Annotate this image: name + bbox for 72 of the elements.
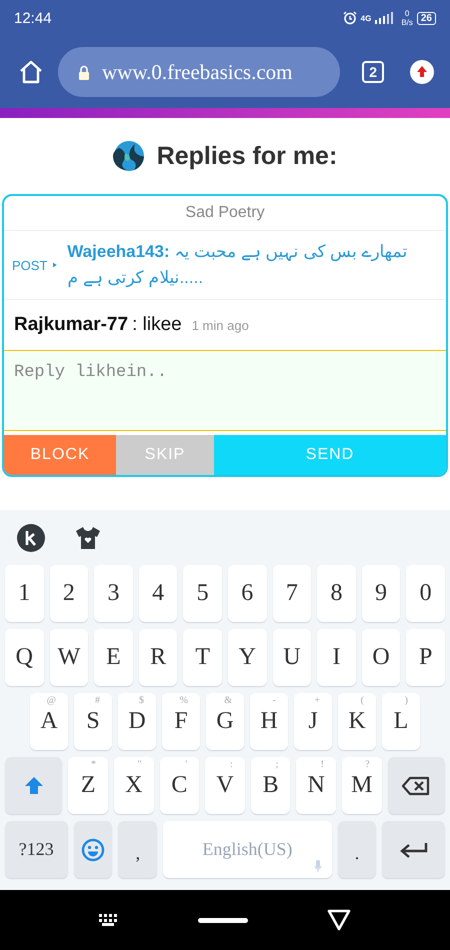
- keyboard-key[interactable]: 3: [94, 565, 133, 622]
- backspace-key[interactable]: [388, 757, 445, 814]
- punctuation-key[interactable]: .: [338, 821, 376, 878]
- backspace-icon: [402, 776, 430, 796]
- keyboard-key[interactable]: $ D: [118, 693, 156, 750]
- keyboard-key[interactable]: & G: [206, 693, 244, 750]
- keyboard-key[interactable]: 2: [50, 565, 88, 622]
- home-icon[interactable]: [18, 59, 44, 85]
- keyboard-key[interactable]: % F: [162, 693, 200, 750]
- keyboard-key[interactable]: ; B: [250, 757, 290, 814]
- enter-key[interactable]: [382, 821, 445, 878]
- enter-icon: [400, 842, 428, 858]
- keyboard-key[interactable]: ? M: [342, 757, 382, 814]
- shirt-icon[interactable]: [75, 526, 101, 550]
- keyboard-key[interactable]: W: [50, 629, 88, 686]
- keyboard-key[interactable]: ! N: [296, 757, 336, 814]
- arrow-icon: [53, 262, 58, 268]
- home-handle[interactable]: [198, 918, 248, 922]
- reply-author: Rajkumar-77: [14, 314, 128, 336]
- punctuation-key[interactable]: ,: [118, 821, 158, 878]
- keyboard-key[interactable]: + J: [294, 693, 332, 750]
- emoji-icon: [81, 838, 105, 862]
- reply-text: : likee: [132, 314, 182, 336]
- keyboard-key[interactable]: 9: [362, 565, 400, 622]
- emoji-key[interactable]: [74, 821, 112, 878]
- keyboard-key[interactable]: 7: [272, 565, 312, 622]
- keyboard-key[interactable]: Y: [228, 629, 267, 686]
- keyboard-key[interactable]: R: [138, 629, 178, 686]
- mic-icon: [314, 860, 322, 872]
- keyboard-key[interactable]: ' C: [160, 757, 200, 814]
- globe-icon: [112, 140, 145, 172]
- keyboard-key[interactable]: U: [272, 629, 312, 686]
- keyboard-key[interactable]: 8: [317, 565, 356, 622]
- symbols-key[interactable]: ?123: [5, 821, 68, 878]
- address-bar[interactable]: www.0.freebasics.com: [58, 47, 340, 97]
- upload-icon[interactable]: [410, 60, 434, 84]
- back-icon[interactable]: [326, 909, 351, 931]
- reply-input[interactable]: Reply likhein..: [4, 351, 446, 431]
- k-logo-icon[interactable]: [17, 524, 45, 552]
- tab-count[interactable]: 2: [362, 61, 384, 83]
- keyboard-key[interactable]: @ A: [30, 693, 68, 750]
- keyboard-key[interactable]: Q: [5, 629, 44, 686]
- keyboard-key[interactable]: ( K: [338, 693, 376, 750]
- keyboard-key[interactable]: * Z: [68, 757, 108, 814]
- keyboard-key[interactable]: - H: [250, 693, 288, 750]
- network-type: 4G: [360, 14, 372, 22]
- page-title: Replies for me:: [156, 142, 338, 170]
- keyboard-key[interactable]: : V: [205, 757, 245, 814]
- battery-level: 26: [416, 12, 436, 24]
- keyboard-key[interactable]: ) L: [382, 693, 420, 750]
- alarm-icon: [342, 11, 357, 25]
- keyboard-key[interactable]: 4: [138, 565, 178, 622]
- keyboard-key[interactable]: E: [94, 629, 133, 686]
- keyboard-key[interactable]: I: [317, 629, 356, 686]
- keyboard-key[interactable]: 1: [5, 565, 44, 622]
- clock-time: 12:44: [14, 10, 52, 26]
- keyboard-key[interactable]: 0: [406, 565, 445, 622]
- keyboard-key[interactable]: 5: [183, 565, 222, 622]
- keyboard-key[interactable]: 6: [228, 565, 267, 622]
- speed-unit: B/s: [401, 18, 413, 27]
- keyboard-icon[interactable]: [99, 914, 120, 926]
- keyboard-key[interactable]: P: [406, 629, 445, 686]
- keyboard-key[interactable]: # S: [74, 693, 112, 750]
- speed-value: 0: [404, 9, 410, 18]
- reply-time: 1 min ago: [192, 318, 249, 333]
- shift-icon: [22, 774, 45, 796]
- keyboard-key[interactable]: T: [183, 629, 222, 686]
- keyboard-key[interactable]: " X: [114, 757, 154, 814]
- category-label: Sad Poetry: [4, 196, 446, 231]
- lock-icon: [78, 64, 90, 80]
- keyboard-key[interactable]: O: [362, 629, 400, 686]
- shift-key[interactable]: [5, 757, 62, 814]
